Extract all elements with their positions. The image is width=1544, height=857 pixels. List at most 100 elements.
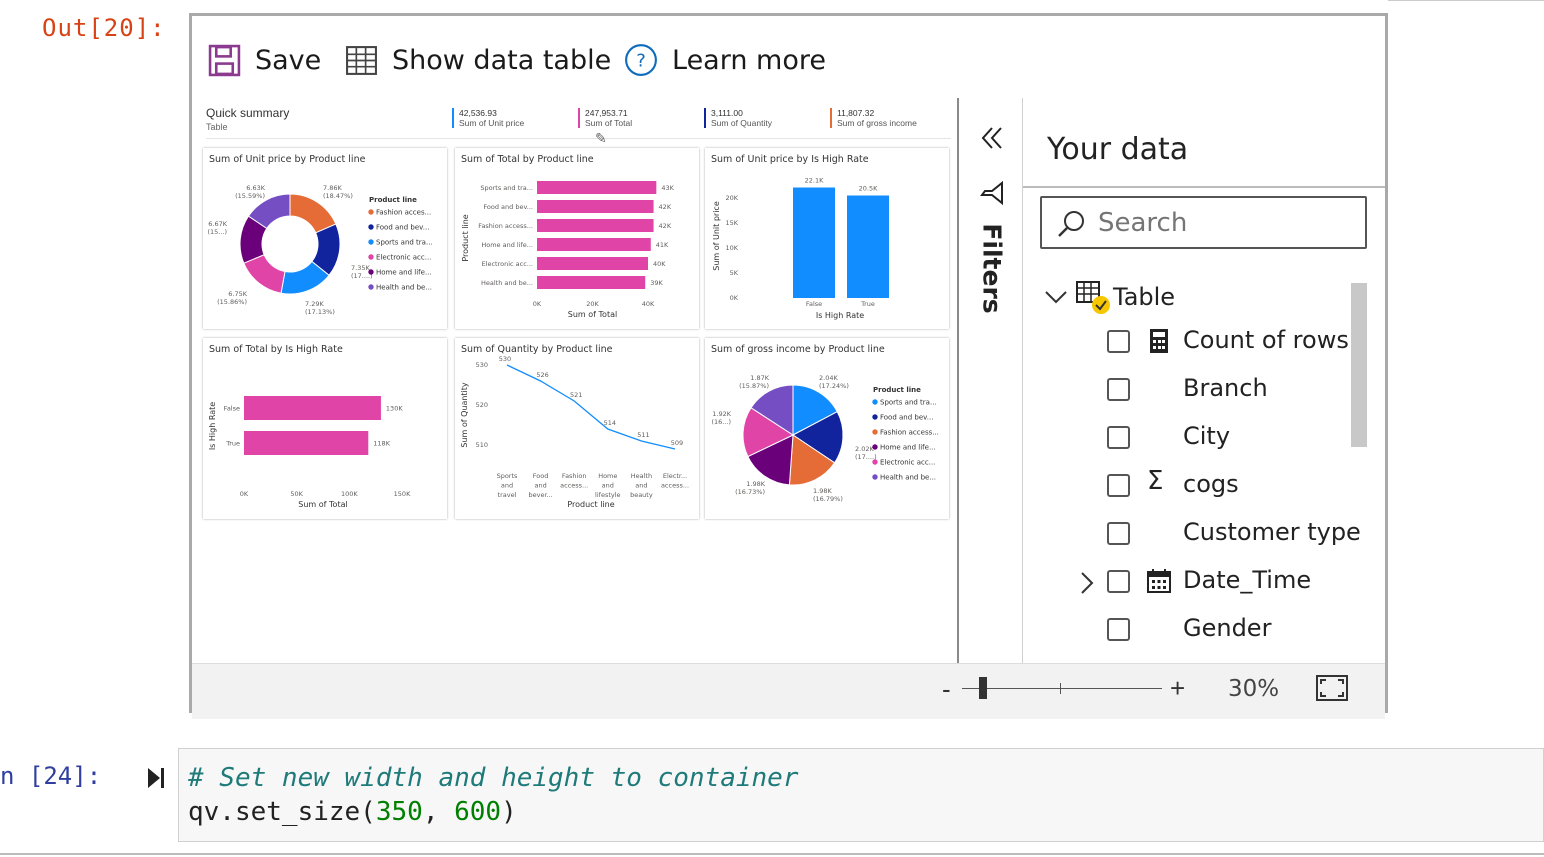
tick-label: 15K xyxy=(725,219,738,227)
tick-label: 20K xyxy=(725,194,738,202)
field-checkbox[interactable] xyxy=(1107,330,1130,353)
category-label: Electronic acc... xyxy=(482,260,533,268)
code-separator: , xyxy=(422,797,455,827)
category-label: Food xyxy=(533,472,549,480)
field-row[interactable]: Date_Time xyxy=(1023,560,1383,608)
legend-entry: Health and be... xyxy=(376,284,432,292)
axis-label: Product line xyxy=(567,500,614,509)
code-cell[interactable]: # Set new width and height to container … xyxy=(178,748,1544,842)
your-data-title: Your data xyxy=(1047,132,1189,167)
filters-label[interactable]: Filters xyxy=(978,223,1007,313)
table-name: Table xyxy=(1113,283,1176,311)
category-label: Health xyxy=(631,472,652,480)
legend-entry: Food and bev... xyxy=(880,414,933,422)
chart-title: Sum of Total by Is High Rate xyxy=(209,344,343,355)
axis-label: Sum of Unit price xyxy=(712,201,721,271)
legend-title: Product line xyxy=(369,196,417,204)
field-checkbox[interactable] xyxy=(1107,474,1130,497)
calculator-icon xyxy=(1150,329,1168,353)
search-box[interactable] xyxy=(1040,196,1367,249)
zoom-slider-track[interactable] xyxy=(962,688,1162,689)
run-cell-icon[interactable] xyxy=(146,765,166,791)
data-label: (18.47%) xyxy=(323,192,353,200)
category-label: lifestyle xyxy=(595,491,621,499)
save-icon xyxy=(208,44,241,76)
data-label: 7.29K xyxy=(305,300,324,308)
calendar-icon xyxy=(1147,569,1171,593)
kpi-card: 11,807.32 Sum of gross income xyxy=(830,108,917,128)
double-chevron-left-icon[interactable] xyxy=(978,124,1006,152)
legend-entry: Electronic acc... xyxy=(880,459,935,467)
fit-to-page-icon[interactable] xyxy=(1316,675,1348,701)
table-node[interactable]: Table xyxy=(1043,276,1373,320)
kpi-card: 247,953.71 Sum of Total xyxy=(578,108,632,128)
cell-divider xyxy=(1388,0,1544,1)
chart-card[interactable]: Sum of Unit price by Product line 7.86K(… xyxy=(203,148,447,329)
chart-card[interactable]: Sum of Quantity by Product line 510 520 53… xyxy=(455,338,699,519)
category-label: access... xyxy=(560,482,588,490)
category-label: Food and bev... xyxy=(483,203,533,211)
search-input[interactable] xyxy=(1098,208,1348,238)
zoom-in-button[interactable]: + xyxy=(1170,673,1185,704)
zoom-out-button[interactable]: - xyxy=(942,674,951,705)
field-row[interactable]: Gender xyxy=(1023,608,1383,656)
tick-label: 0K xyxy=(533,300,542,308)
axis-label: Sum of Quantity xyxy=(460,382,469,448)
field-row[interactable]: City xyxy=(1023,416,1383,464)
field-checkbox[interactable] xyxy=(1107,570,1130,593)
field-checkbox[interactable] xyxy=(1107,522,1130,545)
chart-card[interactable]: Sum of Unit price by Is High Rate 0K 5K 10… xyxy=(705,148,949,329)
summary-title: Quick summary xyxy=(206,106,290,120)
filters-pane-collapsed[interactable]: Filters xyxy=(959,98,1023,663)
category-label: Sports and tra... xyxy=(480,184,533,192)
field-row[interactable]: Count of rows xyxy=(1023,320,1383,368)
chart-card[interactable]: Sum of Total by Product line Sports and … xyxy=(455,148,699,329)
show-data-table-button[interactable]: Show data table xyxy=(345,40,611,80)
chart-card[interactable]: Sum of Total by Is High Rate False 130K Tr… xyxy=(203,338,447,519)
data-label: 2.02K xyxy=(855,445,874,453)
legend-marker xyxy=(872,459,878,465)
learn-more-button[interactable]: ? Learn more xyxy=(624,40,826,80)
field-label: Customer type xyxy=(1183,518,1361,546)
legend-marker xyxy=(368,269,374,275)
field-row[interactable]: Customer type xyxy=(1023,512,1383,560)
field-row[interactable]: Branch xyxy=(1023,368,1383,416)
field-label: Count of rows xyxy=(1183,326,1349,354)
code-suffix: ) xyxy=(501,797,517,827)
field-row[interactable]: Σ cogs xyxy=(1023,464,1383,512)
category-label: Home and life... xyxy=(481,241,533,249)
axis-label: Is High Rate xyxy=(208,402,217,450)
data-label: 40K xyxy=(653,260,666,268)
svg-text:?: ? xyxy=(636,50,646,71)
data-label: (15.87%) xyxy=(739,382,769,390)
axis-label: Sum of Total xyxy=(568,310,617,319)
chart-card[interactable]: Sum of gross income by Product line 2.04… xyxy=(705,338,949,519)
data-label: (17....) xyxy=(855,453,877,461)
data-label: 20.5K xyxy=(859,185,878,193)
field-checkbox[interactable] xyxy=(1107,378,1130,401)
category-label: Health and be... xyxy=(481,279,533,287)
chevron-right-icon[interactable] xyxy=(1077,570,1097,596)
table-icon xyxy=(346,45,377,75)
data-label: 1.98K xyxy=(813,487,832,495)
zoom-slider-thumb[interactable] xyxy=(979,677,987,699)
category-label: and xyxy=(602,482,614,490)
data-label: 511 xyxy=(637,431,649,439)
legend-marker xyxy=(872,429,878,435)
legend-entry: Food and bev... xyxy=(376,224,429,232)
bar xyxy=(537,276,646,289)
field-checkbox[interactable] xyxy=(1107,426,1130,449)
edit-icon: ✎ xyxy=(595,130,607,146)
legend-marker xyxy=(368,239,374,245)
chevron-down-icon[interactable] xyxy=(1043,284,1069,310)
field-label: City xyxy=(1183,422,1231,450)
learn-more-label: Learn more xyxy=(672,44,826,76)
save-button[interactable]: Save xyxy=(208,40,321,80)
data-label: (15.86%) xyxy=(217,298,247,306)
legend-entry: Fashion access... xyxy=(880,429,939,437)
kpi-label: Sum of Unit price xyxy=(459,118,525,128)
data-label: 118K xyxy=(373,440,390,448)
bar xyxy=(244,431,369,455)
field-checkbox[interactable] xyxy=(1107,618,1130,641)
tick-label: 40K xyxy=(642,300,655,308)
